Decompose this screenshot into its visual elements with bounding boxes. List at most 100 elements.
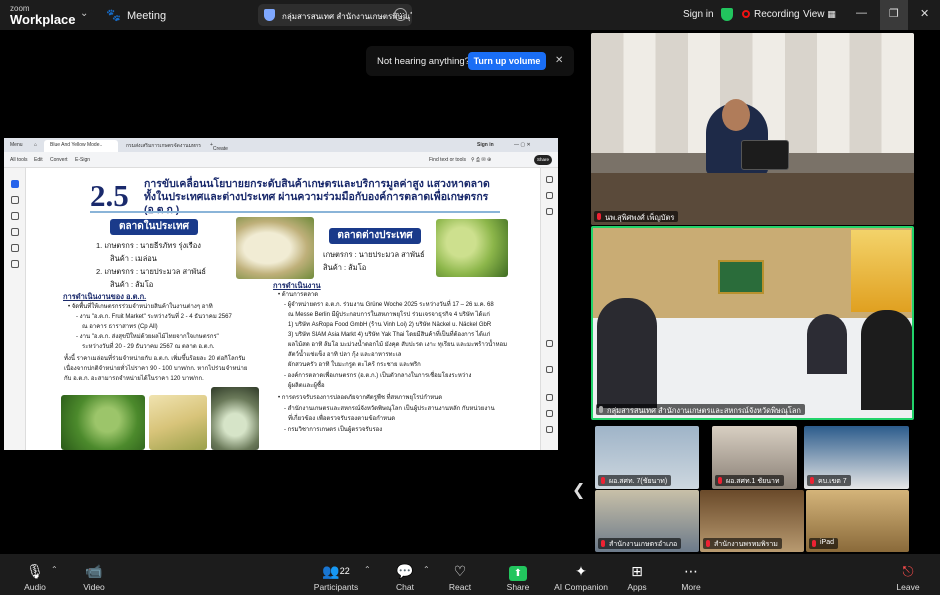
participant-label-8: iPad [820,539,835,546]
minimize-icon[interactable]: — [856,7,867,19]
tool-esign[interactable]: E-Sign [75,157,90,163]
paw-icon: 🐾 [106,8,121,22]
left-line-4: - งาน "อ.ต.ก. ส่งสุขปีใหม่ด้วยผลไม้ไทยจา… [76,334,219,340]
pen-tool-icon[interactable] [11,212,19,220]
leave-icon: ⎋ [902,563,914,579]
previous-page-icon[interactable]: ❮ [572,480,585,500]
participant-label-3: ผอ.สศท. 7(ชัยนาท) [609,478,668,485]
apps-button[interactable]: ⊞ Apps [607,554,667,592]
more-label: More [681,582,701,592]
comment-panel-icon[interactable] [546,176,553,183]
meeting-title: กลุ่มสารสนเทศ สำนักงานเกษตรพิษณุโลก [282,12,412,21]
audio-options-icon[interactable]: ⌃ [51,565,58,574]
participant-label-2: กลุ่มสารสนเทศ สำนักงานเกษตรและสหกรณ์จังห… [607,406,801,415]
video-tile-8[interactable]: iPad [806,490,909,552]
video-tile-3[interactable]: ผอ.สศท. 7(ชัยนาท) [595,426,699,489]
chevron-down-icon[interactable]: ⌄ [80,8,88,19]
domestic-farmer-1: 1. เกษตรกร : นายธีรภัทร รุ่งเรือง [96,241,201,250]
leave-button[interactable]: ⎋ Leave [878,554,938,592]
shared-screen[interactable]: Menu ⌂ Blue And Yellow Mode.. กรมส่งเสริ… [4,138,558,450]
foreign-market-label: ตลาดต่างประเทศ [329,228,421,244]
view-menu[interactable]: View ▦ [803,9,836,20]
participants-count: 22 [339,566,350,576]
security-shield-icon[interactable] [721,8,733,21]
mic-icon [599,406,603,413]
tool-convert[interactable]: Convert [50,157,68,163]
video-tile-4[interactable]: ผอ.สศท.1 ชัยนาท [712,426,797,489]
page-up-icon[interactable] [546,340,553,347]
share-button[interactable]: ⬆ Share [488,554,548,592]
text-tool-icon[interactable] [11,244,19,252]
more-button[interactable]: ⋯ More [661,554,721,592]
right-line-7: สัตว์น้ำแช่แข็ง อาทิ ปลา กุ้ง และอาหารทะ… [288,352,402,358]
attendee-left [597,298,657,408]
tab-active-label: Blue And Yellow Mode.. [50,142,103,148]
pdf-share-button[interactable]: Share [534,155,552,165]
refresh-icon[interactable] [546,366,553,373]
participant-label-7: สำนักงานพรหมพิราม [714,541,778,548]
video-tile-6[interactable]: สำนักงานเกษตรอำเภอ [595,490,699,552]
melon-harvest-image [211,387,259,450]
pomelo-image [436,219,508,277]
participants-options-icon[interactable]: ⌃ [364,565,371,574]
more-options-icon[interactable]: ⋯ [394,8,407,21]
participants-button[interactable]: 👥22 Participants [303,554,369,592]
restore-icon: ❐ [889,8,899,20]
melon-image [236,217,314,279]
video-tile-7[interactable]: สำนักงานพรหมพิราม [700,490,804,552]
home-icon[interactable]: ⌂ [34,142,37,148]
find-tools[interactable]: Find text or tools [429,157,466,163]
video-tile-5[interactable]: คบ.เขต 7 [804,426,909,489]
participant-face [722,99,750,131]
browser-signin[interactable]: Sign in [477,142,494,148]
left-heading: การดำเนินงานของ อ.ต.ก. [63,292,147,301]
copy-icon[interactable] [546,394,553,401]
comment-tool-icon[interactable] [11,196,19,204]
toolbar-icons[interactable]: ⚲ ⎙ ✉ ⊕ [471,157,491,163]
participant-name-6: สำนักงานเกษตรอำเภอ [598,538,682,549]
chat-options-icon[interactable]: ⌃ [423,565,430,574]
top-bar: zoom Workplace ⌄ 🐾 Meeting กลุ่มสารสนเทศ … [0,0,940,30]
zoom-in-icon[interactable] [546,410,553,417]
shield-icon [264,9,275,21]
meeting-menu[interactable]: 🐾 Meeting [106,8,166,22]
meeting-title-pill[interactable]: กลุ่มสารสนเทศ สำนักงานเกษตรพิษณุโลก ⋯ [258,4,412,26]
zoom-out-icon[interactable] [546,426,553,433]
tool-edit[interactable]: Edit [34,157,43,163]
left-line-2: - งาน "อ.ต.ก. Fruit Market" ระหว่างวันที… [76,314,232,320]
video-tile-2-active-speaker[interactable]: กลุ่มสารสนเทศ สำนักงานเกษตรและสหกรณ์จังห… [591,226,914,420]
turn-up-volume-button[interactable]: Turn up volume [468,52,546,70]
left-line-3: ณ อาคาร ธาราสาทร (Cp All) [82,324,158,330]
close-icon[interactable]: ✕ [555,55,563,66]
tab-second[interactable]: กรมส่งเสริมการเกษตรจัดงานมหกรรม.. [126,142,201,150]
shape-tool-icon[interactable] [11,228,19,236]
right-line-6: ผลไม้สด อาทิ ส้มโอ มะม่วงน้ำดอกไม้ มังคุ… [288,342,508,348]
pages-icon[interactable] [546,208,553,215]
foreign-farmer: เกษตรกร : นายประมวล สาพันธ์ [323,250,425,259]
domestic-product-1: สินค้า : เมล่อน [110,254,157,263]
right-line-3: ณ Messe Berlin มีผู้ประกอบการในสหภาพยุโร… [288,312,490,318]
audio-label: Audio [24,582,46,592]
domestic-product-2: สินค้า : ส้มโอ [110,280,154,289]
video-button[interactable]: 📹 Video [64,554,124,592]
participant-name-8: iPad [809,538,839,549]
ai-companion-button[interactable]: ✦ AI Companion [548,554,614,592]
zoom-logo[interactable]: zoom Workplace [10,4,76,26]
domestic-farmer-2: 2. เกษตรกร : นายประมวล สาพันธ์ [96,267,206,276]
tab-menu[interactable]: Menu [10,142,23,148]
signin-link[interactable]: Sign in [683,9,714,20]
select-tool-icon[interactable] [11,180,19,188]
apps-label: Apps [627,582,647,592]
react-button[interactable]: ♡ React [430,554,490,592]
tab-create[interactable]: + Create [210,142,228,152]
bookmark-icon[interactable] [546,192,553,199]
close-window-icon[interactable]: ✕ [920,7,929,20]
tool-all[interactable]: All tools [10,157,28,163]
right-line-13: ที่เกี่ยวข้อง เพื่อตรวจรับรองตามข้อกำหนด [288,416,396,422]
video-tile-1[interactable]: นพ.สุพิศพงศ์ เพ็ญบัตร [591,33,914,225]
recording-indicator[interactable]: Recording [742,9,800,20]
restore-button[interactable]: ❐ [880,0,908,30]
window-controls-icon[interactable]: — ▢ ✕ [514,142,531,148]
stamp-tool-icon[interactable] [11,260,19,268]
participants-label: Participants [313,582,359,592]
